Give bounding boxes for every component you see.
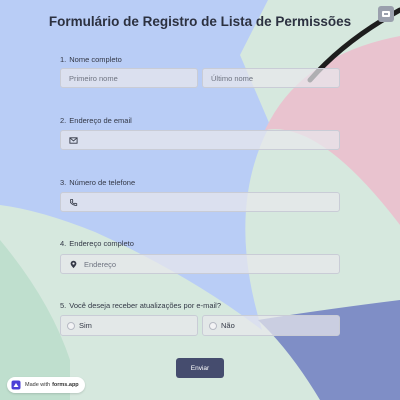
option-no-radio[interactable]: Não bbox=[202, 315, 340, 336]
location-pin-icon bbox=[69, 260, 78, 269]
option-no-label: Não bbox=[221, 321, 235, 330]
forms-app-logo-icon bbox=[11, 380, 21, 390]
question-number: 2. bbox=[60, 116, 67, 125]
last-name-placeholder: Último nome bbox=[211, 73, 254, 83]
made-with-badge[interactable]: Made with forms.app bbox=[7, 377, 85, 393]
address-input[interactable]: Endereço bbox=[60, 254, 340, 274]
phone-input[interactable] bbox=[60, 192, 340, 212]
question-number: 3. bbox=[60, 178, 67, 187]
address-placeholder: Endereço bbox=[84, 259, 117, 269]
first-name-input[interactable]: Primeiro nome bbox=[60, 68, 198, 88]
envelope-icon bbox=[69, 136, 78, 145]
badge-prefix: Made with bbox=[25, 382, 51, 388]
question-5-label: 5. Você deseja receber atualizações por e… bbox=[60, 301, 221, 310]
question-number: 4. bbox=[60, 239, 67, 248]
form-title: Formulário de Registro de Lista de Permi… bbox=[48, 14, 352, 29]
question-text: Você deseja receber atualizações por e-m… bbox=[69, 301, 222, 310]
question-3-label: 3. Número de telefone bbox=[60, 178, 135, 187]
question-2-label: 2. Endereço de email bbox=[60, 116, 132, 125]
option-yes-label: Sim bbox=[79, 321, 92, 330]
last-name-input[interactable]: Último nome bbox=[202, 68, 340, 88]
phone-icon bbox=[69, 198, 78, 207]
submit-button[interactable]: Enviar bbox=[176, 358, 224, 378]
question-text: Endereço de email bbox=[69, 116, 132, 125]
question-4-label: 4. Endereço completo bbox=[60, 239, 134, 248]
email-input[interactable] bbox=[60, 130, 340, 150]
badge-brand: forms.app bbox=[52, 382, 79, 388]
option-yes-radio[interactable]: Sim bbox=[60, 315, 198, 336]
question-text: Número de telefone bbox=[69, 178, 136, 187]
question-text: Endereço completo bbox=[69, 239, 134, 248]
question-number: 1. bbox=[60, 55, 67, 64]
question-text: Nome completo bbox=[69, 55, 122, 64]
question-1-label: 1. Nome completo bbox=[60, 55, 122, 64]
first-name-placeholder: Primeiro nome bbox=[69, 73, 118, 83]
radio-circle-icon bbox=[209, 321, 217, 330]
radio-circle-icon bbox=[67, 321, 75, 330]
question-number: 5. bbox=[60, 301, 67, 310]
